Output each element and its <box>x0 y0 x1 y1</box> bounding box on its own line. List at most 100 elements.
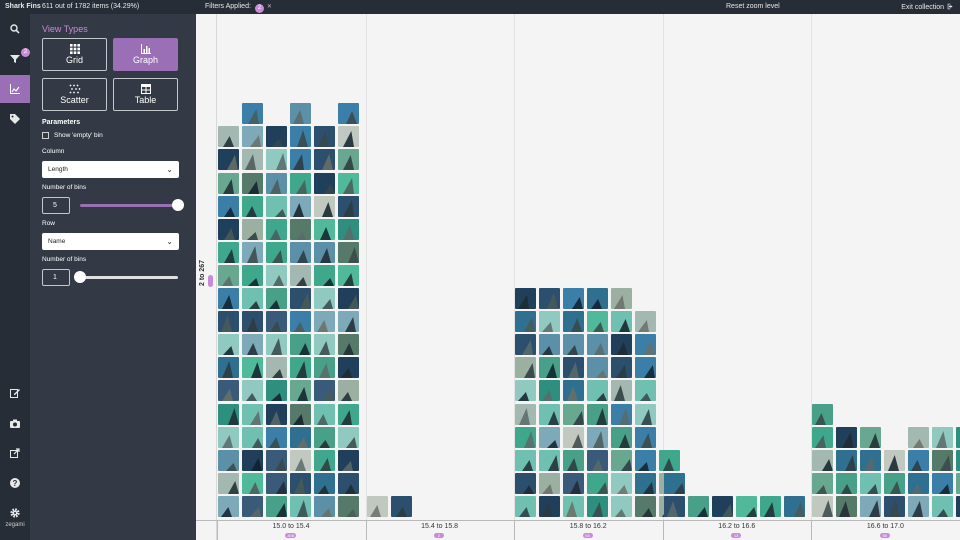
fin-image-tile[interactable] <box>932 449 954 471</box>
column-select[interactable]: Length ⌄ <box>42 161 179 178</box>
fin-image-tile[interactable] <box>242 218 263 240</box>
fin-image-tile[interactable] <box>635 334 657 356</box>
tags-button[interactable] <box>0 105 30 133</box>
fin-image-tile[interactable] <box>266 334 287 356</box>
fin-image-tile[interactable] <box>218 288 239 309</box>
fin-image-tile[interactable] <box>563 426 585 448</box>
fin-image-tile[interactable] <box>611 426 633 448</box>
scatter-view-button[interactable]: Scatter <box>42 78 107 111</box>
fin-image-tile[interactable] <box>539 403 561 425</box>
fin-image-tile[interactable] <box>711 495 733 517</box>
fin-image-tile[interactable] <box>908 472 930 494</box>
fin-image-tile[interactable] <box>611 311 633 333</box>
fin-image-tile[interactable] <box>290 126 311 148</box>
fin-image-tile[interactable] <box>956 449 960 471</box>
fin-image-tile[interactable] <box>611 449 633 471</box>
fin-image-tile[interactable] <box>290 380 311 402</box>
fin-image-tile[interactable] <box>836 472 858 494</box>
fin-image-tile[interactable] <box>290 334 311 356</box>
fin-image-tile[interactable] <box>836 495 858 517</box>
fin-image-tile[interactable] <box>587 472 609 494</box>
fin-image-tile[interactable] <box>663 495 685 517</box>
fin-image-tile[interactable] <box>218 172 239 194</box>
fin-image-tile[interactable] <box>663 472 685 494</box>
fin-image-tile[interactable] <box>338 264 359 286</box>
fin-image-tile[interactable] <box>338 334 359 356</box>
column-bins-slider-track[interactable] <box>80 204 178 207</box>
fin-image-tile[interactable] <box>860 426 882 448</box>
fin-image-tile[interactable] <box>314 126 335 148</box>
fin-image-tile[interactable] <box>759 495 781 517</box>
bin-label[interactable]: 15.4 to 15.8 <box>366 523 514 530</box>
search-button[interactable] <box>0 15 30 43</box>
fin-image-tile[interactable] <box>515 449 537 471</box>
fin-image-tile[interactable] <box>338 449 359 471</box>
fin-image-tile[interactable] <box>338 126 359 148</box>
clear-filters-icon[interactable]: ✕ <box>267 4 272 10</box>
fin-image-tile[interactable] <box>338 311 359 333</box>
fin-image-tile[interactable] <box>515 334 537 356</box>
fin-image-tile[interactable] <box>338 495 359 517</box>
fin-image-tile[interactable] <box>338 357 359 379</box>
fin-image-tile[interactable] <box>242 334 263 356</box>
fin-image-tile[interactable] <box>338 218 359 240</box>
fin-image-tile[interactable] <box>266 380 287 402</box>
column-bins-input[interactable]: 5 <box>42 197 70 214</box>
fin-image-tile[interactable] <box>338 103 359 125</box>
fin-image-tile[interactable] <box>242 495 263 517</box>
fin-image-tile[interactable] <box>218 380 239 402</box>
fin-image-tile[interactable] <box>587 311 609 333</box>
fin-image-tile[interactable] <box>515 472 537 494</box>
fin-image-tile[interactable] <box>812 403 834 425</box>
fin-image-tile[interactable] <box>884 449 906 471</box>
fin-image-tile[interactable] <box>290 218 311 240</box>
fin-image-tile[interactable] <box>338 472 359 494</box>
fin-image-tile[interactable] <box>611 334 633 356</box>
fin-image-tile[interactable] <box>635 472 657 494</box>
fin-image-tile[interactable] <box>587 334 609 356</box>
fin-image-tile[interactable] <box>908 495 930 517</box>
fin-image-tile[interactable] <box>266 172 287 194</box>
fin-image-tile[interactable] <box>539 426 561 448</box>
fin-image-tile[interactable] <box>563 403 585 425</box>
fin-image-tile[interactable] <box>908 426 930 448</box>
fin-image-tile[interactable] <box>218 426 239 448</box>
fin-image-tile[interactable] <box>314 264 335 286</box>
fin-image-tile[interactable] <box>635 380 657 402</box>
fin-image-tile[interactable] <box>242 126 263 148</box>
fin-image-tile[interactable] <box>338 380 359 402</box>
fin-image-tile[interactable] <box>812 495 834 517</box>
fin-image-tile[interactable] <box>242 172 263 194</box>
fin-image-tile[interactable] <box>218 311 239 333</box>
fin-image-tile[interactable] <box>290 449 311 471</box>
exit-collection-button[interactable]: Exit collection <box>901 3 954 11</box>
fin-image-tile[interactable] <box>242 195 263 217</box>
fin-image-tile[interactable] <box>290 357 311 379</box>
fin-image-tile[interactable] <box>932 472 954 494</box>
fin-image-tile[interactable] <box>539 472 561 494</box>
share-button[interactable] <box>0 439 30 467</box>
fin-image-tile[interactable] <box>539 334 561 356</box>
fin-image-tile[interactable] <box>242 149 263 171</box>
fin-image-tile[interactable] <box>290 288 311 309</box>
fin-image-tile[interactable] <box>563 495 585 517</box>
fin-image-tile[interactable] <box>635 357 657 379</box>
fin-image-tile[interactable] <box>266 126 287 148</box>
fin-image-tile[interactable] <box>735 495 757 517</box>
fin-image-tile[interactable] <box>659 449 681 471</box>
fin-image-tile[interactable] <box>266 403 287 425</box>
fin-image-tile[interactable] <box>812 472 834 494</box>
fin-image-tile[interactable] <box>266 449 287 471</box>
fin-image-tile[interactable] <box>290 103 311 125</box>
fin-image-tile[interactable] <box>266 218 287 240</box>
fin-image-tile[interactable] <box>266 472 287 494</box>
fin-image-tile[interactable] <box>956 426 960 448</box>
fin-image-tile[interactable] <box>338 426 359 448</box>
fin-image-tile[interactable] <box>314 195 335 217</box>
fin-image-tile[interactable] <box>563 357 585 379</box>
fin-image-tile[interactable] <box>242 403 263 425</box>
fin-image-tile[interactable] <box>836 449 858 471</box>
fin-image-tile[interactable] <box>290 495 311 517</box>
fin-image-tile[interactable] <box>218 334 239 356</box>
fin-image-tile[interactable] <box>563 380 585 402</box>
